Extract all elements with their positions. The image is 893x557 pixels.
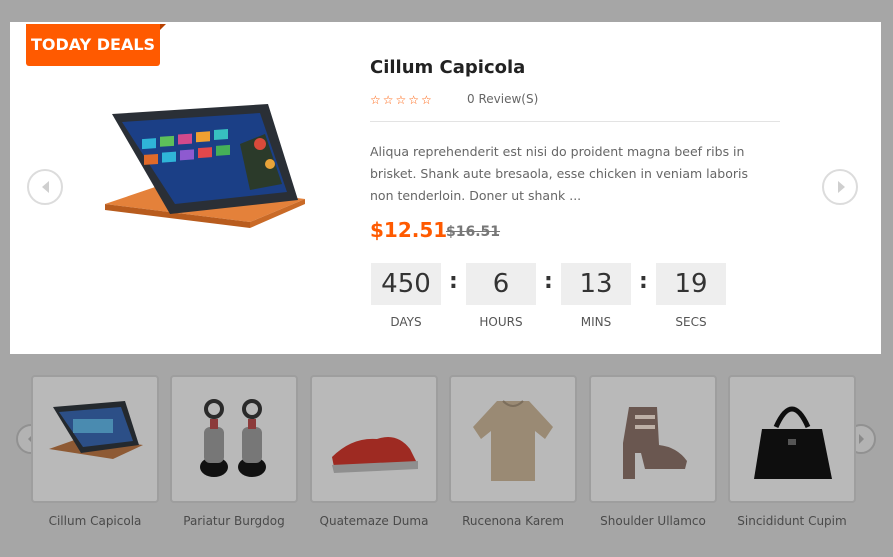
countdown-separator: : bbox=[449, 269, 458, 294]
review-count[interactable]: 0 Review(S) bbox=[467, 92, 538, 106]
countdown-timer: 450 DAYS : 6 HOURS : 13 MINS : 19 SECS bbox=[371, 263, 751, 333]
countdown-hours-label: HOURS bbox=[479, 315, 523, 329]
thumbnail-carousel: Cillum Capicola Pariatur Burgdog Quatema… bbox=[0, 354, 893, 557]
thumbnail-item[interactable] bbox=[589, 375, 717, 503]
chevron-right-icon bbox=[859, 434, 864, 444]
divider bbox=[370, 121, 780, 122]
old-price: $16.51 bbox=[446, 224, 501, 240]
thumbnail-name[interactable]: Quatemaze Duma bbox=[299, 514, 449, 528]
thumbnail-name[interactable]: Rucenona Karem bbox=[438, 514, 588, 528]
chevron-left-icon bbox=[42, 181, 49, 193]
heel-boot-icon bbox=[623, 407, 687, 479]
thumbnail-item[interactable] bbox=[728, 375, 856, 503]
countdown-separator: : bbox=[639, 269, 648, 294]
thumbnail-item[interactable] bbox=[449, 375, 577, 503]
thumbnail-item[interactable] bbox=[170, 375, 298, 503]
thumbnail-name[interactable]: Shoulder Ullamco bbox=[578, 514, 728, 528]
rating-stars: ☆☆☆☆☆ bbox=[370, 93, 434, 107]
laptop-tablet-icon bbox=[49, 401, 143, 459]
countdown-secs-label: SECS bbox=[675, 315, 707, 329]
countdown-hours-value: 6 bbox=[466, 263, 536, 305]
handbag-icon bbox=[754, 406, 832, 479]
thumbnail-name[interactable]: Pariatur Burgdog bbox=[159, 514, 309, 528]
next-deal-button[interactable] bbox=[822, 169, 858, 205]
sale-price: $12.51 bbox=[370, 218, 448, 242]
sandals-icon bbox=[200, 399, 266, 477]
product-description: Aliqua reprehenderit est nisi do proiden… bbox=[370, 144, 748, 203]
countdown-days-label: DAYS bbox=[390, 315, 422, 329]
thumbnail-item[interactable] bbox=[31, 375, 159, 503]
countdown-separator: : bbox=[544, 269, 553, 294]
countdown-mins-label: MINS bbox=[580, 315, 612, 329]
sneaker-icon bbox=[332, 436, 418, 473]
chevron-right-icon bbox=[838, 181, 845, 193]
countdown-mins-value: 13 bbox=[561, 263, 631, 305]
sweater-icon bbox=[473, 400, 553, 481]
product-title[interactable]: Cillum Capicola bbox=[370, 57, 525, 78]
countdown-secs-value: 19 bbox=[656, 263, 726, 305]
today-deals-ribbon: TODAY DEALS bbox=[26, 24, 166, 66]
laptop-tablet-icon bbox=[105, 104, 305, 228]
deal-card: TODAY DEALS Cillum Capicola ☆☆☆☆☆ 0 Revi… bbox=[10, 22, 881, 354]
product-image[interactable] bbox=[100, 104, 310, 274]
thumbnail-item[interactable] bbox=[310, 375, 438, 503]
previous-deal-button[interactable] bbox=[27, 169, 63, 205]
countdown-days-value: 450 bbox=[371, 263, 441, 305]
thumbnail-name[interactable]: Cillum Capicola bbox=[20, 514, 170, 528]
thumbnail-name[interactable]: Sincididunt Cupim bbox=[717, 514, 867, 528]
